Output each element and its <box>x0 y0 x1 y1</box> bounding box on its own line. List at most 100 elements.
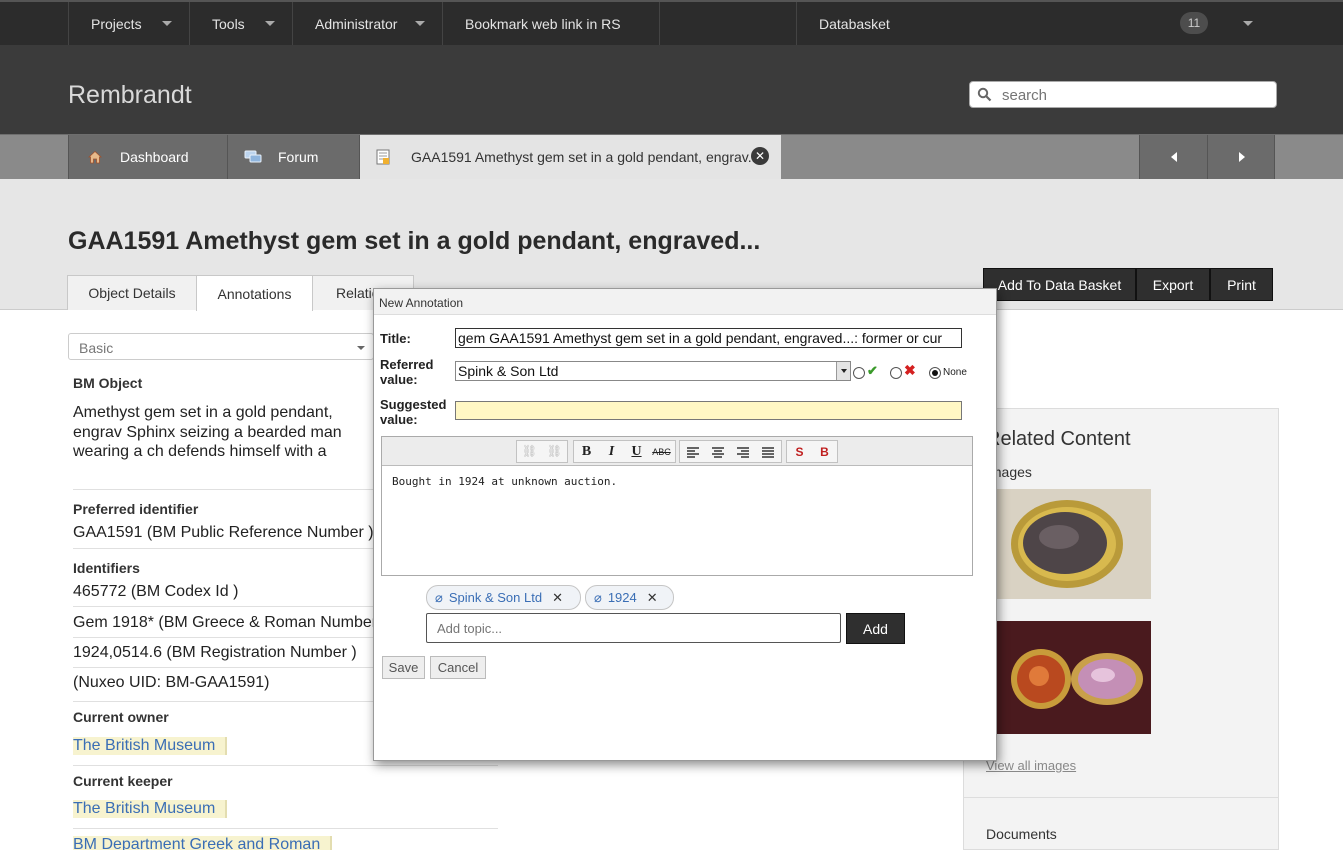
databasket-menu[interactable]: Databasket <box>796 2 1343 45</box>
view-mode-select[interactable]: Basic <box>68 333 374 360</box>
current-keeper-label: Current keeper <box>73 773 173 789</box>
align-left-icon[interactable] <box>680 441 705 462</box>
reject-radio[interactable] <box>890 367 902 379</box>
suggested-value-input[interactable] <box>455 401 962 420</box>
add-to-data-basket-button[interactable]: Add To Data Basket <box>983 268 1136 301</box>
underline-icon[interactable]: U <box>624 441 649 462</box>
rich-text-editor: ⛓ ⛓ B I U ABC S B Bought in 1924 at unkn… <box>381 436 973 576</box>
object-description: Amethyst gem set in a gold pendant, engr… <box>73 404 342 463</box>
tab-object-details[interactable]: Object Details <box>67 275 197 310</box>
arrow-right-icon <box>1238 152 1245 162</box>
unlink-icon[interactable]: ⛓ <box>542 441 567 462</box>
cancel-button[interactable]: Cancel <box>430 656 486 679</box>
bookmark-web-link[interactable]: Bookmark web link in RS <box>442 2 660 45</box>
gem-pair-image-thumbnail[interactable] <box>997 621 1151 734</box>
annotation-title-input[interactable]: gem GAA1591 Amethyst gem set in a gold p… <box>455 328 962 348</box>
tab-annotations[interactable]: Annotations <box>196 275 313 311</box>
identifier-item: Gem 1918* (BM Greece & Roman Number <box>73 614 378 631</box>
none-radio[interactable] <box>929 367 941 379</box>
tab-forum[interactable]: Forum <box>227 135 360 179</box>
close-tab-icon[interactable]: ✕ <box>751 147 769 165</box>
justify-icon[interactable] <box>755 441 780 462</box>
object-link-icon[interactable]: B <box>812 441 837 462</box>
tab-record[interactable]: GAA1591 Amethyst gem set in a gold penda… <box>359 135 781 179</box>
align-center-icon[interactable] <box>705 441 730 462</box>
preferred-identifier-value: GAA1591 (BM Public Reference Number ) <box>73 524 374 541</box>
tab-dashboard-label: Dashboard <box>120 149 189 165</box>
print-button[interactable]: Print <box>1210 268 1273 301</box>
tab-dashboard[interactable]: Dashboard <box>68 135 228 179</box>
cross-icon: ✖ <box>904 362 916 378</box>
add-topic-button[interactable]: Add <box>846 613 905 644</box>
bold-icon[interactable]: B <box>574 441 599 462</box>
view-all-images-link[interactable]: View all images <box>986 758 1076 773</box>
align-right-icon[interactable] <box>730 441 755 462</box>
tools-menu-label: Tools <box>212 15 245 32</box>
strikethrough-icon[interactable]: ABC <box>649 441 674 462</box>
new-annotation-dialog: New Annotation Title: gem GAA1591 Amethy… <box>373 288 997 761</box>
editor-content[interactable]: Bought in 1924 at unknown auction. <box>392 475 617 488</box>
divider <box>963 797 1279 798</box>
tab-scroll-right-button[interactable] <box>1207 135 1275 179</box>
topic-tag[interactable]: ⌀ Spink & Son Ltd ✕ <box>426 585 581 610</box>
nav-spacer <box>659 2 796 45</box>
tab-strip-filler <box>1274 135 1343 179</box>
subject-link-icon[interactable]: S <box>787 441 812 462</box>
page-title: GAA1591 Amethyst gem set in a gold penda… <box>68 227 761 255</box>
bookmark-web-link-label: Bookmark web link in RS <box>465 15 621 32</box>
tag-icon: ⌀ <box>435 589 443 605</box>
topic-tag-label: Spink & Son Ltd <box>448 590 543 605</box>
search-input[interactable] <box>1002 85 1267 105</box>
identifier-item: 465772 (BM Codex Id ) <box>73 583 239 600</box>
add-topic-input[interactable] <box>426 613 841 643</box>
tools-menu[interactable]: Tools <box>189 2 293 45</box>
projects-menu-label: Projects <box>91 15 142 32</box>
remove-tag-icon[interactable]: ✕ <box>552 590 563 606</box>
workspace-tab-strip: Dashboard Forum GAA1591 Amethyst gem set… <box>0 134 1343 179</box>
forum-icon <box>244 150 262 163</box>
referred-value-select[interactable]: Spink & Son Ltd <box>455 361 851 381</box>
format-button-group: B I U ABC <box>573 440 676 463</box>
department-link[interactable]: BM Department Greek and Roman <box>73 836 333 850</box>
chevron-down-icon <box>415 21 426 26</box>
chevron-down-icon <box>836 362 850 380</box>
italic-icon[interactable]: I <box>599 441 624 462</box>
check-icon: ✔ <box>867 363 878 378</box>
identifier-item: 1924,0514.6 (BM Registration Number ) <box>73 644 357 661</box>
document-icon <box>376 149 390 165</box>
bm-object-label: BM Object <box>73 375 143 391</box>
related-content-heading: Related Content <box>986 428 1131 450</box>
top-navigation-bar: Projects Tools Administrator Bookmark we… <box>0 0 1343 45</box>
accept-radio[interactable] <box>853 367 865 379</box>
search-box[interactable] <box>969 81 1277 108</box>
gem-image-thumbnail[interactable] <box>997 489 1151 599</box>
link-button-group: ⛓ ⛓ <box>516 440 568 463</box>
topic-tag-label: 1924 <box>607 590 637 605</box>
tab-forum-label: Forum <box>278 149 319 165</box>
search-icon <box>977 87 992 102</box>
databasket-count-badge: 11 <box>1180 12 1208 34</box>
divider <box>73 828 498 829</box>
identifiers-label: Identifiers <box>73 560 140 576</box>
home-icon <box>88 150 102 164</box>
current-owner-link[interactable]: The British Museum <box>73 737 228 755</box>
none-radio-label: None <box>943 367 967 378</box>
link-icon[interactable]: ⛓ <box>517 441 542 462</box>
export-button[interactable]: Export <box>1136 268 1210 301</box>
projects-menu[interactable]: Projects <box>68 2 190 45</box>
current-keeper-link[interactable]: The British Museum <box>73 800 228 818</box>
suggested-value-label: Suggested value: <box>380 397 447 427</box>
site-header: Rembrandt <box>0 45 1343 134</box>
databasket-label: Databasket <box>819 15 890 32</box>
remove-tag-icon[interactable]: ✕ <box>647 590 658 606</box>
databasket-chevron-down-icon[interactable] <box>1243 21 1253 26</box>
administrator-menu-label: Administrator <box>315 15 398 32</box>
administrator-menu[interactable]: Administrator <box>292 2 443 45</box>
tab-scroll-left-button[interactable] <box>1139 135 1208 179</box>
chevron-down-icon <box>264 21 275 26</box>
topic-tag[interactable]: ⌀ 1924 ✕ <box>585 585 674 610</box>
site-title[interactable]: Rembrandt <box>68 81 192 110</box>
save-button[interactable]: Save <box>382 656 425 679</box>
tab-record-label: GAA1591 Amethyst gem set in a gold penda… <box>411 149 760 165</box>
documents-label: Documents <box>986 826 1057 842</box>
